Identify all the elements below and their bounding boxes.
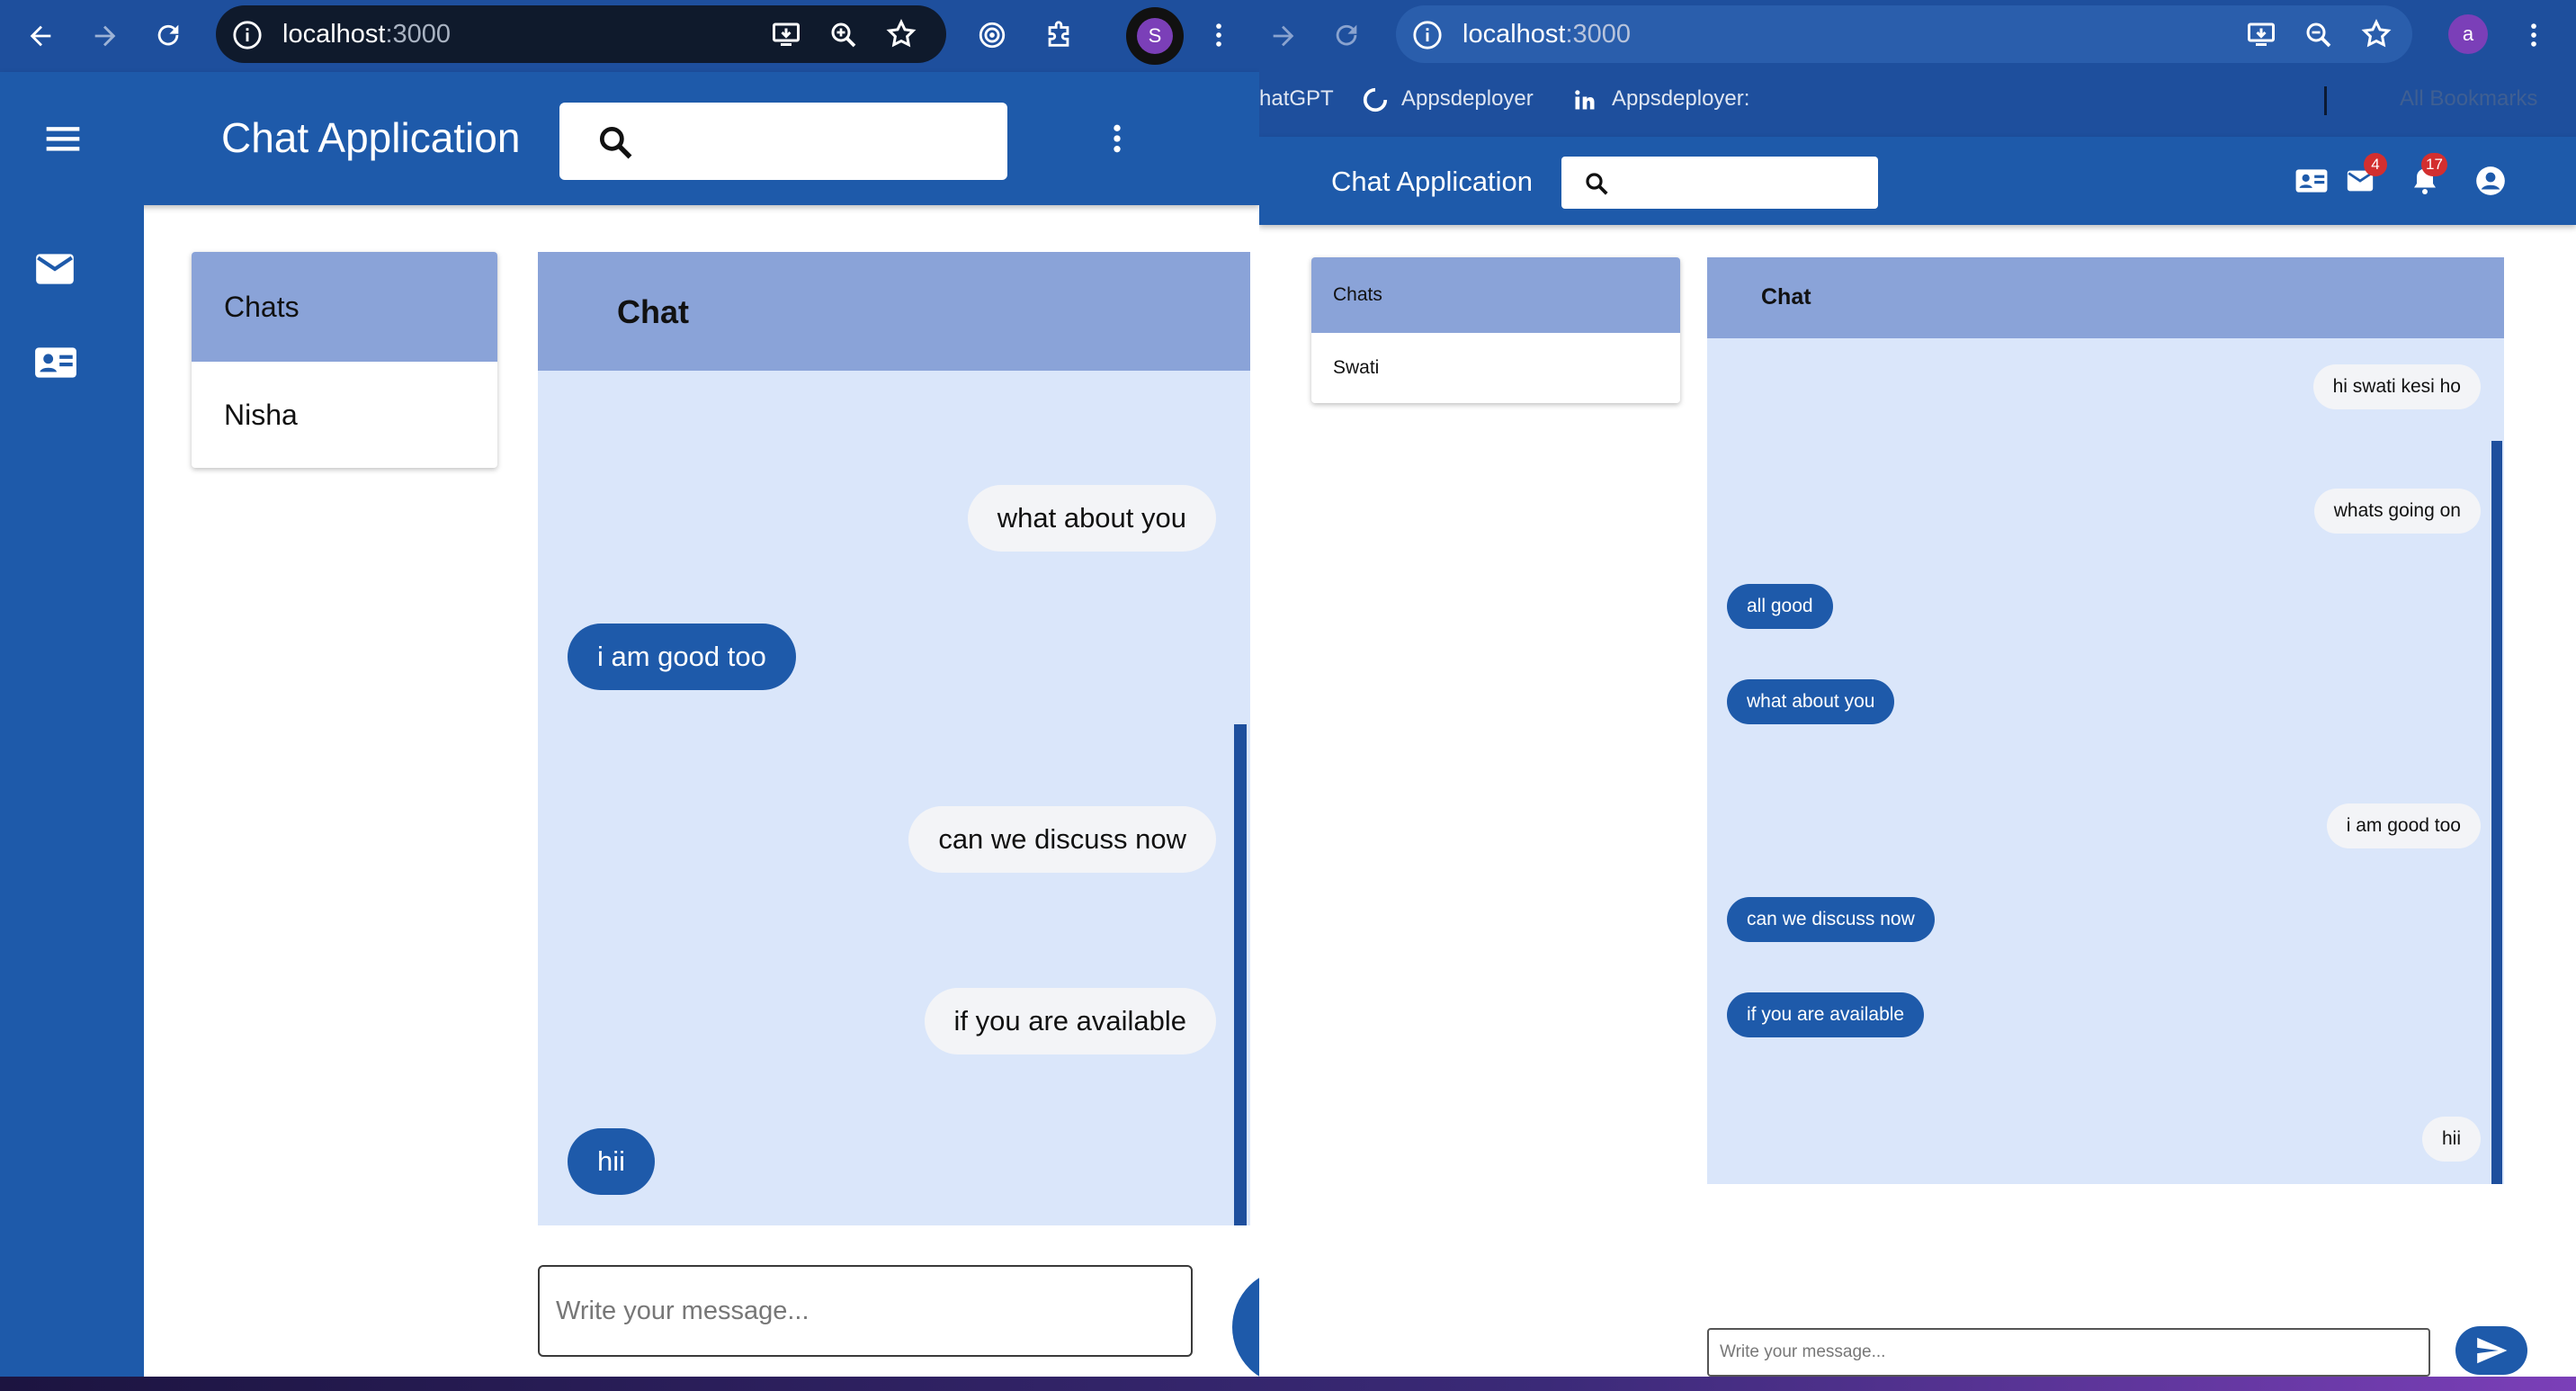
bookmark-star-icon[interactable] bbox=[2360, 18, 2393, 50]
chats-list-header: Chats bbox=[1311, 257, 1680, 333]
account-circle-icon[interactable] bbox=[2473, 164, 2508, 198]
address-url: localhost:3000 bbox=[282, 20, 452, 49]
appsdeployer-logo-icon bbox=[1362, 86, 1389, 113]
back-arrow-icon[interactable] bbox=[25, 21, 56, 51]
side-nav bbox=[0, 205, 144, 1377]
chat-scrollbar[interactable] bbox=[1234, 724, 1247, 1225]
search-input[interactable] bbox=[559, 103, 1007, 180]
message-bubble-outgoing: hi swati kesi ho bbox=[2312, 364, 2481, 409]
left-browser-toolbar: localhost:3000 S bbox=[0, 0, 1259, 72]
left-browser-window: localhost:3000 S Chat Application Chats … bbox=[0, 0, 1259, 1377]
site-info-icon[interactable] bbox=[232, 20, 263, 50]
site-info-icon[interactable] bbox=[1412, 20, 1443, 50]
search-icon bbox=[1583, 170, 1610, 197]
message-bubble-outgoing: if you are available bbox=[924, 988, 1216, 1054]
zoom-icon[interactable] bbox=[827, 19, 860, 51]
mail-badge: 4 bbox=[2364, 153, 2387, 176]
chat-panel: Chat hi swati kesi ho whats going on all… bbox=[1707, 257, 2504, 1184]
install-app-icon[interactable] bbox=[2245, 19, 2277, 51]
forward-arrow-icon[interactable] bbox=[90, 21, 121, 51]
bookmark-star-icon[interactable] bbox=[885, 18, 917, 50]
message-input[interactable]: Write your message... bbox=[1707, 1328, 2430, 1377]
chat-header: Chat bbox=[1707, 257, 2504, 338]
app-title: Chat Application bbox=[1331, 166, 1534, 197]
message-input[interactable]: Write your message... bbox=[538, 1265, 1193, 1357]
profile-avatar[interactable]: S bbox=[1126, 7, 1184, 65]
app-title: Chat Application bbox=[221, 114, 521, 161]
message-bubble-outgoing: hii bbox=[2421, 1117, 2481, 1162]
zoom-icon[interactable] bbox=[2303, 19, 2335, 51]
chats-list-header: Chats bbox=[192, 252, 497, 362]
app-header: Chat Application 4 17 bbox=[1259, 137, 2576, 225]
message-bubble-outgoing: what about you bbox=[967, 485, 1216, 552]
desktop-background bbox=[0, 1377, 2576, 1391]
app-header: Chat Application bbox=[0, 72, 1259, 205]
address-bar[interactable]: localhost:3000 bbox=[216, 5, 946, 63]
linkedin-icon bbox=[1572, 87, 1597, 112]
more-options-icon[interactable] bbox=[1099, 119, 1135, 158]
profile-avatar[interactable]: a bbox=[2448, 14, 2488, 54]
extension-target-icon[interactable] bbox=[977, 20, 1007, 50]
contact-card-icon[interactable] bbox=[31, 340, 81, 385]
reload-icon[interactable] bbox=[1331, 20, 1362, 50]
browser-menu-icon[interactable] bbox=[1203, 20, 1234, 50]
message-bubble-incoming: all good bbox=[1727, 584, 1833, 629]
chat-header: Chat bbox=[538, 252, 1250, 371]
send-button[interactable] bbox=[2455, 1326, 2527, 1375]
message-bubble-incoming: what about you bbox=[1727, 679, 1895, 724]
chats-list-item[interactable]: Nisha bbox=[192, 362, 497, 468]
notification-badge: 17 bbox=[2421, 153, 2447, 176]
send-icon bbox=[2473, 1333, 2509, 1368]
hamburger-menu-icon[interactable] bbox=[43, 119, 83, 158]
all-bookmarks[interactable]: All Bookmarks bbox=[2400, 86, 2537, 112]
search-icon bbox=[595, 122, 635, 162]
chat-scrollbar[interactable] bbox=[2491, 441, 2502, 1184]
mail-icon[interactable] bbox=[32, 247, 77, 292]
browser-menu-icon[interactable] bbox=[2518, 20, 2549, 50]
chat-title: Chat bbox=[617, 293, 689, 330]
install-app-icon[interactable] bbox=[770, 19, 802, 51]
bookmark-appsdeployer[interactable]: Appsdeployer bbox=[1401, 86, 1534, 112]
message-bubble-incoming: i am good too bbox=[568, 624, 796, 690]
bookmark-appsdeployer-linkedin[interactable]: Appsdeployer: bbox=[1612, 86, 1749, 112]
chats-list-panel: Chats Nisha bbox=[192, 252, 497, 468]
contact-card-icon[interactable] bbox=[2294, 164, 2330, 198]
address-url: localhost:3000 bbox=[1462, 20, 1632, 49]
address-bar[interactable]: localhost:3000 bbox=[1396, 5, 2412, 63]
chat-panel: Chat what about you i am good too can we… bbox=[538, 252, 1250, 1225]
bookmark-chatgpt[interactable]: hatGPT bbox=[1259, 86, 1334, 112]
chats-list-panel: Chats Swati bbox=[1311, 257, 1680, 403]
forward-arrow-icon[interactable] bbox=[1268, 21, 1299, 51]
send-button[interactable] bbox=[1232, 1269, 1259, 1377]
chats-list-item[interactable]: Swati bbox=[1311, 333, 1680, 403]
right-browser-window: localhost:3000 a hatGPT Appsdeployer App… bbox=[1259, 0, 2576, 1377]
extensions-puzzle-icon[interactable] bbox=[1043, 20, 1074, 50]
right-browser-toolbar: localhost:3000 a hatGPT Appsdeployer App… bbox=[1259, 0, 2576, 137]
message-bubble-outgoing: can we discuss now bbox=[908, 806, 1216, 873]
message-bubble-incoming: can we discuss now bbox=[1727, 897, 1935, 942]
chat-title: Chat bbox=[1761, 284, 1811, 310]
message-bubble-incoming: if you are available bbox=[1727, 992, 1925, 1037]
bookmark-divider bbox=[2324, 86, 2327, 115]
search-input[interactable] bbox=[1561, 157, 1878, 209]
message-bubble-incoming: hii bbox=[568, 1128, 656, 1195]
reload-icon[interactable] bbox=[153, 20, 183, 50]
message-bubble-outgoing: i am good too bbox=[2326, 803, 2481, 848]
message-bubble-outgoing: whats going on bbox=[2313, 489, 2481, 534]
